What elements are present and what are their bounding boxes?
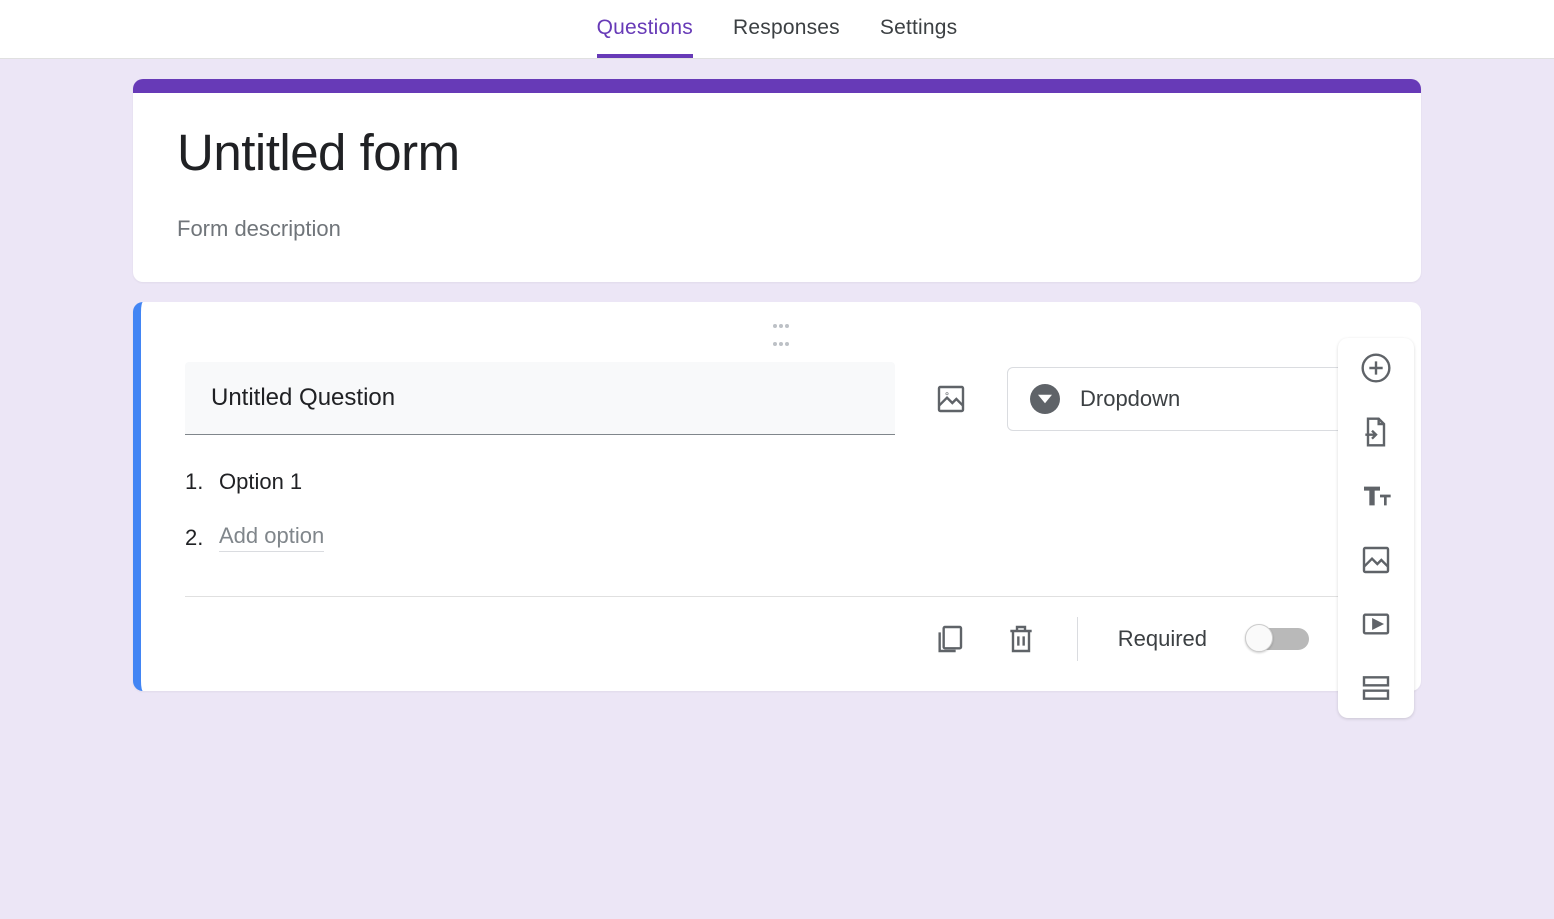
form-description[interactable]: Form description — [177, 216, 1377, 242]
add-title-button[interactable] — [1360, 480, 1392, 512]
required-label: Required — [1118, 626, 1207, 652]
option-number: 1. — [185, 469, 219, 495]
question-input-wrap — [185, 362, 895, 435]
plus-circle-icon — [1360, 352, 1392, 384]
add-option-row[interactable]: 2. Add option — [185, 509, 1377, 566]
trash-icon — [1005, 623, 1037, 655]
import-file-icon — [1360, 416, 1392, 448]
option-row[interactable]: 1. Option 1 — [185, 455, 1377, 509]
question-card: Dropdown 1. Option 1 2. Add option — [133, 302, 1421, 691]
add-image-toolbar-button[interactable] — [1360, 544, 1392, 576]
import-questions-button[interactable] — [1360, 416, 1392, 448]
side-toolbar — [1338, 338, 1414, 718]
image-icon — [935, 383, 967, 415]
tab-settings[interactable]: Settings — [880, 16, 957, 58]
form-title-card: Untitled form Form description — [133, 79, 1421, 282]
delete-button[interactable] — [1005, 623, 1037, 655]
option-label[interactable]: Option 1 — [219, 469, 302, 495]
tabs-bar: Questions Responses Settings — [0, 0, 1554, 59]
add-video-button[interactable] — [1360, 608, 1392, 640]
question-type-select[interactable]: Dropdown — [1007, 367, 1377, 431]
add-section-button[interactable] — [1360, 672, 1392, 704]
footer-divider — [1077, 617, 1078, 661]
form-title[interactable]: Untitled form — [177, 123, 1377, 182]
copy-icon — [933, 623, 965, 655]
form-canvas: Untitled form Form description — [0, 59, 1554, 919]
dropdown-type-icon — [1030, 384, 1060, 414]
question-type-label: Dropdown — [1080, 386, 1318, 412]
tab-questions[interactable]: Questions — [597, 16, 693, 58]
drag-handle[interactable] — [141, 302, 1421, 362]
text-icon — [1360, 480, 1392, 512]
add-question-button[interactable] — [1360, 352, 1392, 384]
section-icon — [1360, 672, 1392, 704]
tab-responses[interactable]: Responses — [733, 16, 840, 58]
option-number: 2. — [185, 525, 219, 551]
add-option-placeholder[interactable]: Add option — [219, 523, 324, 552]
question-footer: Required — [185, 596, 1377, 661]
add-image-button[interactable] — [935, 383, 967, 415]
caret-down-icon — [1038, 394, 1052, 404]
options-list: 1. Option 1 2. Add option — [141, 435, 1421, 566]
toggle-knob — [1245, 624, 1273, 652]
question-input[interactable] — [211, 384, 869, 412]
video-icon — [1360, 608, 1392, 640]
drag-dots-icon — [766, 316, 796, 326]
image-icon — [1360, 544, 1392, 576]
duplicate-button[interactable] — [933, 623, 965, 655]
required-toggle[interactable] — [1247, 628, 1309, 650]
